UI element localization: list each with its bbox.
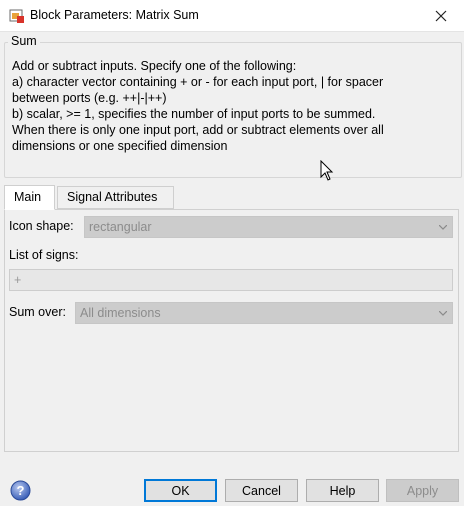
cancel-button[interactable]: Cancel xyxy=(225,479,298,502)
list-of-signs-field[interactable]: + xyxy=(9,269,453,291)
window-title: Block Parameters: Matrix Sum xyxy=(30,8,199,22)
ok-button[interactable]: OK xyxy=(144,479,217,502)
icon-shape-dropdown[interactable]: rectangular xyxy=(84,216,453,238)
mouse-cursor-icon xyxy=(320,160,334,181)
icon-shape-value: rectangular xyxy=(89,220,152,234)
close-button[interactable] xyxy=(418,0,464,31)
group-title: Sum xyxy=(8,34,40,48)
help-icon[interactable]: ? xyxy=(10,480,31,501)
help-button[interactable]: Help xyxy=(306,479,379,502)
icon-shape-label: Icon shape: xyxy=(9,219,74,233)
tab-main[interactable]: Main xyxy=(4,185,55,210)
list-of-signs-label: List of signs: xyxy=(9,248,79,262)
close-icon xyxy=(435,10,447,21)
sum-over-label: Sum over: xyxy=(9,305,66,319)
apply-button[interactable]: Apply xyxy=(386,479,459,502)
tab-signal-attributes[interactable]: Signal Attributes xyxy=(57,186,174,209)
chevron-down-icon xyxy=(439,225,447,230)
block-description: Add or subtract inputs. Specify one of t… xyxy=(12,59,384,153)
simulink-block-icon xyxy=(9,9,24,23)
chevron-down-icon xyxy=(439,311,447,316)
sum-over-dropdown[interactable]: All dimensions xyxy=(75,302,453,324)
svg-text:?: ? xyxy=(17,483,25,498)
title-bar: Block Parameters: Matrix Sum xyxy=(0,0,464,32)
sum-over-value: All dimensions xyxy=(80,306,161,320)
main-tab-panel: Icon shape: rectangular List of signs: +… xyxy=(4,209,459,452)
